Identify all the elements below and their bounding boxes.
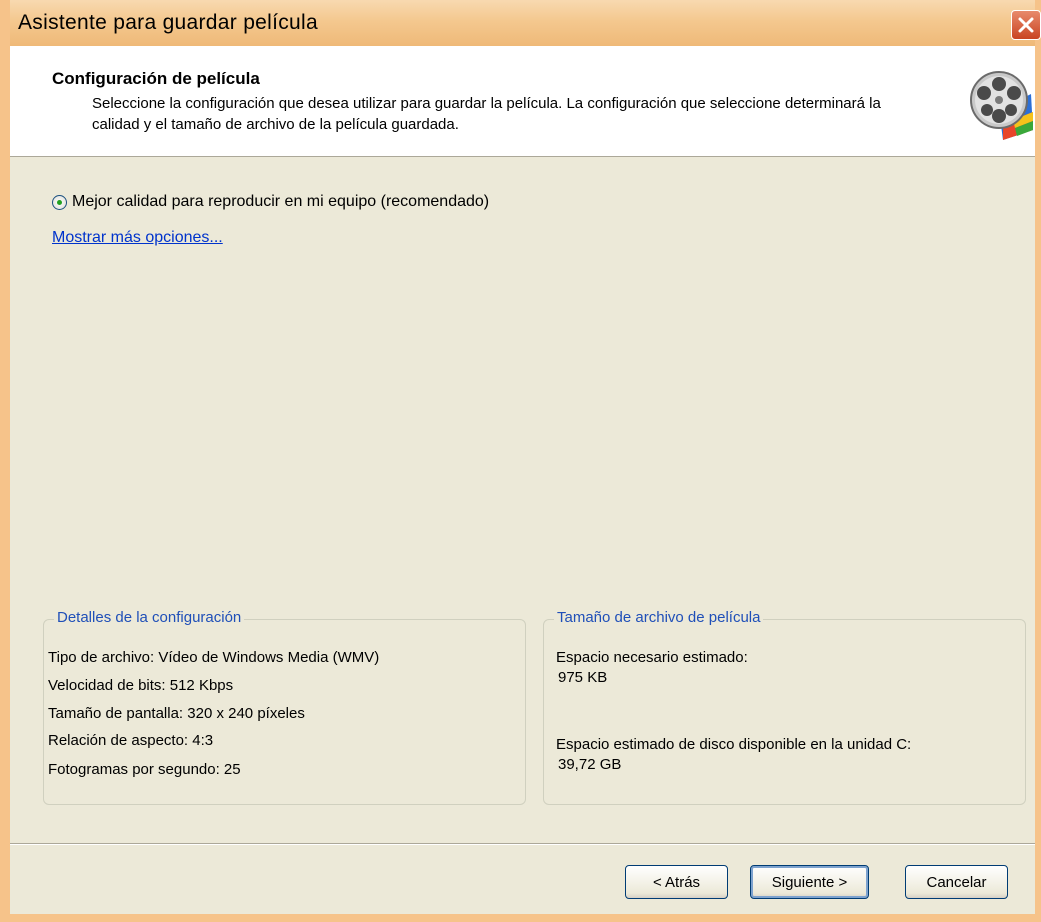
detail-fps: Fotogramas por segundo: 25 xyxy=(48,761,241,778)
footer-divider xyxy=(10,843,1035,845)
radio-button-selected[interactable] xyxy=(52,194,67,210)
file-size-title: Tamaño de archivo de película xyxy=(554,609,764,626)
title-bar[interactable]: Asistente para guardar película xyxy=(10,0,1041,47)
cancel-button[interactable]: Cancelar xyxy=(905,865,1008,899)
settings-details-group: Detalles de la configuración Tipo de arc… xyxy=(43,609,526,805)
file-size-group: Tamaño de archivo de película Espacio ne… xyxy=(543,609,1026,805)
next-button[interactable]: Siguiente > xyxy=(750,865,869,899)
wizard-header: Configuración de película Seleccione la … xyxy=(10,46,1035,157)
quality-option[interactable]: Mejor calidad para reproducir en mi equi… xyxy=(52,193,489,211)
estimated-space-value: 975 KB xyxy=(558,669,608,686)
film-reel-icon xyxy=(970,71,1033,140)
wizard-window: Asistente para guardar película Configur… xyxy=(0,0,1041,922)
page-title: Configuración de película xyxy=(52,69,260,88)
back-button[interactable]: < Atrás xyxy=(625,865,728,899)
window-title: Asistente para guardar película xyxy=(18,11,318,34)
detail-file-type: Tipo de archivo: Vídeo de Windows Media … xyxy=(48,649,380,666)
detail-aspect-ratio: Relación de aspecto: 4:3 xyxy=(48,732,214,749)
settings-details-title: Detalles de la configuración xyxy=(54,609,245,626)
detail-screen-size: Tamaño de pantalla: 320 x 240 píxeles xyxy=(48,705,305,722)
page-description: Seleccione la configuración que desea ut… xyxy=(92,95,881,133)
close-button[interactable] xyxy=(1011,10,1041,40)
quality-option-label: Mejor calidad para reproducir en mi equi… xyxy=(72,193,490,210)
close-icon xyxy=(1018,17,1034,33)
disk-space-label: Espacio estimado de disco disponible en … xyxy=(556,736,912,753)
show-more-options-link[interactable]: Mostrar más opciones... xyxy=(52,229,223,247)
detail-bitrate: Velocidad de bits: 512 Kbps xyxy=(48,677,234,694)
estimated-space-label: Espacio necesario estimado: xyxy=(556,649,748,666)
disk-space-value: 39,72 GB xyxy=(558,756,622,773)
